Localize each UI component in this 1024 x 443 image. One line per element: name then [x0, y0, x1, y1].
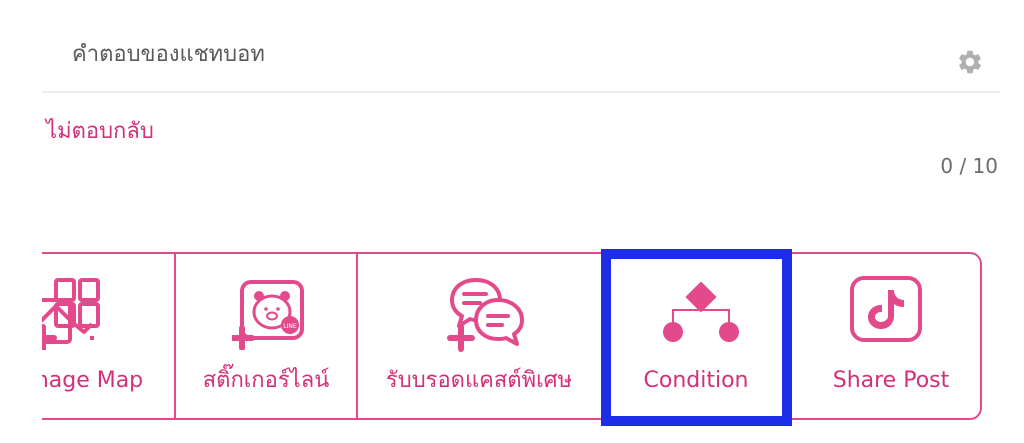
reply-type-toolbar: Image Map LINE สติ๊กเกอร์ไลน์: [42, 252, 982, 420]
header-divider: [42, 91, 1000, 93]
tool-label: Image Map: [42, 368, 144, 393]
tool-share-post[interactable]: Share Post: [802, 254, 980, 418]
reply-counter: 0 / 10: [940, 154, 998, 178]
tool-label: Share Post: [832, 368, 950, 393]
image-map-icon: [42, 278, 100, 350]
gear-icon[interactable]: [956, 48, 984, 76]
tool-label: Condition: [643, 368, 749, 393]
tool-special-broadcast[interactable]: รับบรอดแคสต์พิเศษ: [358, 254, 600, 418]
svg-text:LINE: LINE: [283, 323, 297, 330]
tool-image-map[interactable]: Image Map: [42, 254, 174, 418]
tiktok-icon: [850, 276, 922, 342]
panel-title: คำตอบของแชทบอท: [72, 42, 265, 67]
tool-label: สติ๊กเกอร์ไลน์: [202, 368, 330, 393]
condition-icon: [663, 281, 739, 342]
tool-line-sticker[interactable]: LINE สติ๊กเกอร์ไลน์: [176, 254, 356, 418]
tool-condition[interactable]: Condition: [601, 254, 791, 418]
no-reply-option[interactable]: ไม่ตอบกลับ: [46, 117, 154, 147]
line-sticker-icon: LINE: [232, 280, 304, 350]
chat-bubbles-add-icon: [447, 278, 524, 352]
tool-label: รับบรอดแคสต์พิเศษ: [385, 368, 573, 393]
chatbot-reply-panel: คำตอบของแชทบอท ไม่ตอบกลับ 0 / 10 age Map…: [0, 0, 1024, 443]
